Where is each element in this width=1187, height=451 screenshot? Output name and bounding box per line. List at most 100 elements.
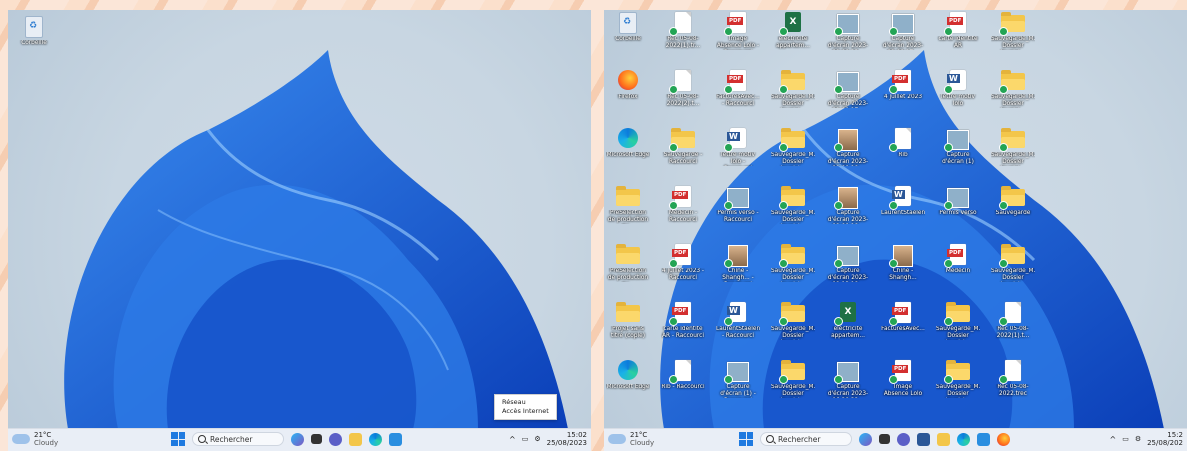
desktop-icon[interactable]: Sauvegarde_M... Dossier Invoici... [991, 244, 1035, 282]
desktop-icon[interactable]: WLaurentStaelen... - Raccourci [716, 302, 760, 340]
desktop-icon[interactable]: Capture d'écran 2023-06-28 22... [826, 360, 870, 398]
desktop-icon[interactable]: WLaurentStaelen... [881, 186, 925, 217]
file-explorer-icon[interactable] [937, 432, 950, 446]
desktop-icon[interactable]: Capture d'écran 2023-08-09 18... [826, 128, 870, 166]
desktop-icon[interactable]: Capture d'écran 2023-08-09 22... [826, 12, 870, 50]
desktop-icon[interactable]: PDF 4 juillet 2023 [881, 70, 925, 101]
desktop-icon[interactable]: Sauvegarde [991, 186, 1035, 217]
task-view-icon[interactable] [879, 434, 890, 444]
desktop-icon[interactable]: PDF Image Absence Lolo [881, 360, 925, 398]
desktop-icon[interactable]: Microsoft Edge [606, 360, 650, 391]
desktop-icon[interactable]: Chine - Shangh... [881, 244, 925, 282]
edge-taskbar-icon[interactable] [369, 432, 382, 446]
weather-desc: Cloudy [630, 439, 655, 447]
desktop-icon[interactable]: PréSélection de production gu... [606, 244, 650, 282]
firefox-taskbar-icon[interactable] [997, 432, 1010, 446]
desktop-wallpaper: Corbeille Rec 05-08-2022(1).tr... PDFImage… [604, 10, 1187, 429]
desktop-icon[interactable]: Firefox [606, 70, 650, 101]
pdf-icon: PDF [669, 302, 695, 326]
desktop-icon[interactable]: Corbeille [12, 16, 56, 47]
desktop-icon[interactable]: Capture d'écran 2023-08-09 17... [881, 12, 925, 50]
desktop-icon[interactable]: Wlettre motiv lolo - Raccourci [716, 128, 760, 166]
desktop-icon[interactable]: Sauvegarde_M... Dossier Invoici... [771, 244, 815, 282]
desktop-icon-label: Permis verso [939, 210, 977, 216]
desktop-icon[interactable]: Sauvegarde_M... Dossier Invoici... [991, 12, 1035, 50]
start-button[interactable] [739, 432, 753, 446]
desktop-icon[interactable]: PDF Medecin [936, 244, 980, 275]
desktop-icon[interactable]: PréSélection de production gu... [606, 186, 650, 224]
desktop-icon[interactable]: Xelectricité appartem... [771, 12, 815, 50]
desktop-icon[interactable]: Rec 05-08-2022(1).tr... [661, 12, 705, 50]
desktop-icon[interactable]: PDF FacturesAvec... - Raccourci [716, 70, 760, 108]
desktop-icon[interactable]: PDF FacturesAvec... [881, 302, 925, 333]
start-button[interactable] [171, 432, 185, 446]
desktop-icon[interactable]: PDFImage Absence Lolo - Raccourci [716, 12, 760, 50]
pdf-icon: PDF [724, 12, 750, 36]
desktop-icon[interactable]: Xelectricité appartem... [826, 302, 870, 340]
clock[interactable]: 15:02 25/08/2023 [547, 431, 587, 447]
desktop-icon[interactable]: Capture d'écran 2023-08-09 17... [826, 70, 870, 108]
pdf-icon: PDF [669, 244, 695, 268]
weather-widget[interactable]: 21°C Cloudy [608, 431, 654, 447]
desktop-icon[interactable]: Sauvegarde_M... Dossier Invoici... [936, 360, 980, 398]
chevron-up-icon[interactable]: ^ [1109, 435, 1116, 444]
desktop-icon-label: Projet sans titre (copie) [611, 326, 645, 339]
desktop-icon[interactable]: Rec 05-08-2022(1).t... [991, 302, 1035, 340]
task-view-icon[interactable] [311, 434, 322, 444]
desktop-icon-label: Chine - Shangh... [889, 268, 917, 281]
desktop-icon[interactable]: Sauvegarde_M... Dossier Invoici... [771, 302, 815, 340]
desktop-icon[interactable]: Capture d'écran 2023-08-13 18... [826, 244, 870, 282]
desktop-icon[interactable]: Sauvegarde - Raccourci [661, 128, 705, 166]
file-explorer-icon[interactable] [349, 432, 362, 446]
desktop-icon[interactable]: Sauvegarde_M... Dossier Invoici... [771, 70, 815, 108]
desktop-icon[interactable]: Sauvegarde_M... Dossier Invoici... [936, 302, 980, 340]
desktop-icon[interactable]: Sauvegarde_M... Dossier Invoici... [771, 360, 815, 398]
copilot-icon[interactable] [859, 432, 872, 446]
desktop-icon[interactable]: PDF carte identite AR - Raccourci [661, 302, 705, 340]
desktop-icon[interactable]: Corbeille [606, 12, 650, 43]
desktop-icon[interactable]: Rec 05-08-2022(2).t... [661, 70, 705, 108]
desktop-icon[interactable]: Capture d'écran (1) [936, 128, 980, 166]
desktop-icon[interactable]: Permis verso - Raccourci [716, 186, 760, 224]
word-taskbar-icon[interactable] [917, 432, 930, 446]
desktop-icon[interactable]: Sauvegarde_M... Dossier Invoici... [771, 186, 815, 224]
desktop-icon[interactable]: Wlettre motiv lolo [936, 70, 980, 108]
store-icon[interactable] [389, 432, 402, 446]
weather-widget[interactable]: 21°C Cloudy [12, 431, 58, 447]
desktop-icon[interactable]: Sauvegarde_M... Dossier Invoici... [771, 128, 815, 166]
network-icon[interactable]: ▭ [522, 435, 529, 443]
desktop-icon[interactable]: Microsoft Edge [606, 128, 650, 159]
desktop-icon-label: PréSélection de production gu... [607, 210, 649, 223]
desktop-icon[interactable]: Rib - Raccourci [661, 360, 705, 391]
desktop-icon[interactable]: Sauvegarde_M... Dossier Invoici... [991, 70, 1035, 108]
taskbar-search[interactable]: Rechercher [760, 432, 852, 446]
desktop-icon[interactable]: Capture d'écran (1) - Raccourci [716, 360, 760, 398]
clock-date: 25/08/202 [1147, 439, 1183, 447]
desktop-icon[interactable]: Rib [881, 128, 925, 159]
teams-icon[interactable] [329, 432, 342, 446]
weather-temp: 21°C [34, 431, 52, 439]
right-desktop-screenshot: Corbeille Rec 05-08-2022(1).tr... PDFImage… [604, 10, 1187, 451]
store-icon[interactable] [977, 432, 990, 446]
folder-icon [999, 244, 1025, 268]
desktop-icon[interactable]: Sauvegarde_M... Dossier Invoici... [991, 128, 1035, 166]
edge-taskbar-icon[interactable] [957, 432, 970, 446]
desktop-icon[interactable]: Capture d'écran 2023-08-09 18... [826, 186, 870, 224]
taskbar-search[interactable]: Rechercher [192, 432, 284, 446]
desktop-icon[interactable]: PDF carte identite AR [936, 12, 980, 50]
clock[interactable]: 15:2 25/08/202 [1147, 431, 1183, 447]
teams-icon[interactable] [897, 432, 910, 446]
desktop-icon[interactable]: Chine - Shangh... - Raccourci [716, 244, 760, 282]
excel-icon: X [779, 12, 805, 36]
desktop-icon[interactable]: Permis verso [936, 186, 980, 217]
copilot-icon[interactable] [291, 432, 304, 446]
desktop-icon[interactable]: PDF 4 juillet 2023 - Raccourci [661, 244, 705, 282]
desktop-icon-label: Sauvegarde_M... Dossier Invoici... [991, 268, 1035, 281]
desktop-icon[interactable]: PDF Medecin - Raccourci [661, 186, 705, 224]
desktop-icon[interactable]: Projet sans titre (copie) [606, 302, 650, 340]
chevron-up-icon[interactable]: ^ [509, 435, 516, 444]
settings-icon[interactable]: ⚙ [534, 435, 540, 443]
desktop-icon[interactable]: Rec 05-08-2022.trec [991, 360, 1035, 398]
network-icon[interactable]: ▭ [1122, 435, 1129, 443]
settings-icon[interactable]: ⚙ [1135, 435, 1141, 443]
